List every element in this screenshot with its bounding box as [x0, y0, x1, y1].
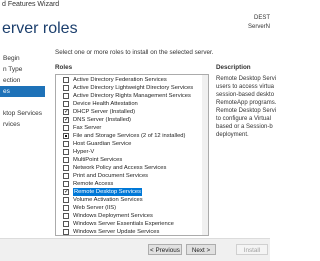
nav-item-server-roles[interactable]: es: [0, 86, 45, 97]
role-checkbox[interactable]: [63, 85, 69, 91]
role-row[interactable]: Active Directory Rights Management Servi…: [56, 92, 206, 100]
role-row[interactable]: File and Storage Services (2 of 12 insta…: [56, 132, 206, 140]
role-row[interactable]: Active Directory Lightweight Directory S…: [56, 84, 206, 92]
description-header: Description: [216, 64, 251, 71]
role-row[interactable]: Active Directory Federation Services: [56, 76, 206, 84]
page-header: erver roles DEST ServerN: [0, 13, 270, 47]
install-button[interactable]: Install: [236, 244, 268, 255]
role-row[interactable]: MultiPoint Services: [56, 156, 206, 164]
roles-header: Roles: [55, 64, 73, 71]
role-label: Windows Deployment Services: [73, 213, 153, 219]
role-checkbox[interactable]: [63, 77, 69, 83]
role-label: Host Guardian Service: [73, 141, 132, 147]
footer-bar: < Previous Next > Install: [0, 238, 270, 261]
previous-button[interactable]: < Previous: [148, 244, 182, 255]
nav-item-label: ktop Services: [3, 110, 43, 117]
role-checkbox[interactable]: [63, 133, 69, 139]
roles-scrollbar[interactable]: [202, 75, 208, 235]
role-checkbox[interactable]: [63, 213, 69, 219]
role-label: Active Directory Lightweight Directory S…: [73, 85, 194, 91]
role-row[interactable]: Network Policy and Access Services: [56, 164, 206, 172]
wizard-nav: Begin n Type ection es ktop Services rvi…: [0, 47, 46, 237]
nav-item-label: Begin: [3, 55, 20, 62]
nav-item-installation-type[interactable]: n Type: [0, 64, 45, 75]
role-label: Windows Server Essentials Experience: [73, 221, 174, 227]
description-line: based or a Session-b: [216, 124, 273, 130]
role-checkbox[interactable]: [63, 229, 69, 235]
role-row[interactable]: Print and Document Services: [56, 172, 206, 180]
destination-label: DEST: [253, 15, 270, 21]
role-label: Remote Access: [73, 181, 114, 187]
role-checkbox[interactable]: [63, 181, 69, 187]
nav-item-begin[interactable]: Begin: [0, 53, 45, 64]
next-button[interactable]: Next >: [186, 244, 216, 255]
role-checkbox[interactable]: [63, 141, 69, 147]
description-line: to configure a Virtual: [216, 116, 271, 122]
role-checkbox[interactable]: [63, 188, 69, 195]
role-checkbox[interactable]: [63, 157, 69, 163]
role-label: Active Directory Rights Management Servi…: [73, 93, 191, 99]
role-label: Hyper-V: [73, 149, 95, 155]
role-label: Windows Server Update Services: [73, 229, 160, 235]
role-checkbox[interactable]: [63, 116, 69, 123]
role-label: DHCP Server (Installed): [73, 109, 136, 115]
roles-list[interactable]: Windows Server Update Services Windows Se…: [55, 74, 209, 236]
nav-item-server-selection[interactable]: ection: [0, 75, 45, 86]
window-title: d Features Wizard: [2, 1, 60, 8]
role-row[interactable]: Device Health Attestation: [56, 100, 206, 108]
role-checkbox[interactable]: [63, 125, 69, 131]
role-row[interactable]: Fax Server: [56, 124, 206, 132]
role-row[interactable]: Web Server (IIS): [56, 204, 206, 212]
role-checkbox[interactable]: [63, 173, 69, 179]
role-label: Network Policy and Access Services: [73, 165, 167, 171]
description-line: RemoteApp programs.: [216, 100, 277, 106]
title-bar: d Features Wizard: [0, 0, 270, 13]
nav-item-features[interactable]: [0, 97, 45, 108]
role-row[interactable]: Volume Activation Services: [56, 196, 206, 204]
role-label: Remote Desktop Services: [73, 188, 143, 196]
role-row[interactable]: Windows Server Essentials Experience: [56, 220, 206, 228]
role-row[interactable]: Windows Deployment Services: [56, 212, 206, 220]
role-checkbox[interactable]: [63, 101, 69, 107]
role-checkbox[interactable]: [63, 205, 69, 211]
nav-item-label: n Type: [3, 66, 23, 73]
description-line: Remote Desktop Servi: [216, 76, 277, 82]
instruction-text: Select one or more roles to install on t…: [55, 49, 214, 56]
role-label: Volume Activation Services: [73, 197, 143, 203]
role-checkbox[interactable]: [63, 149, 69, 155]
role-checkbox[interactable]: [63, 197, 69, 203]
description-line: deployment.: [216, 132, 249, 138]
role-row[interactable]: Remote Desktop Services: [56, 188, 206, 196]
role-description: Remote Desktop Servi users to access virt…: [216, 75, 277, 139]
role-row[interactable]: Hyper-V: [56, 148, 206, 156]
role-label: Fax Server: [73, 125, 102, 131]
role-checkbox[interactable]: [63, 93, 69, 99]
role-row[interactable]: DHCP Server (Installed): [56, 108, 206, 116]
role-label: Web Server (IIS): [73, 205, 117, 211]
role-label: Active Directory Federation Services: [73, 77, 167, 83]
role-label: MultiPoint Services: [73, 157, 123, 163]
role-checkbox[interactable]: [63, 221, 69, 227]
nav-item-role-services[interactable]: rvices: [0, 119, 45, 130]
role-label: File and Storage Services (2 of 12 insta…: [73, 133, 186, 139]
destination-server: ServerN: [247, 24, 270, 30]
role-checkbox[interactable]: [63, 165, 69, 171]
role-checkbox[interactable]: [63, 108, 69, 115]
description-line: session-based deskto: [216, 92, 275, 98]
description-line: Remote Desktop Servi: [216, 108, 277, 114]
description-line: users to access virtua: [216, 84, 275, 90]
nav-item-label: ection: [3, 77, 21, 84]
nav-item-remote-desktop-services[interactable]: ktop Services: [0, 108, 45, 119]
role-label: Device Health Attestation: [73, 101, 138, 107]
role-label: DNS Server (Installed): [73, 117, 131, 123]
role-row[interactable]: Remote Access: [56, 180, 206, 188]
nav-item-label: es: [3, 88, 10, 95]
role-row[interactable]: Windows Server Update Services: [56, 228, 206, 235]
role-label: Print and Document Services: [73, 173, 149, 179]
page-title: erver roles: [2, 20, 78, 37]
role-row[interactable]: DNS Server (Installed): [56, 116, 206, 124]
nav-item-label: rvices: [3, 121, 20, 128]
role-row[interactable]: Host Guardian Service: [56, 140, 206, 148]
